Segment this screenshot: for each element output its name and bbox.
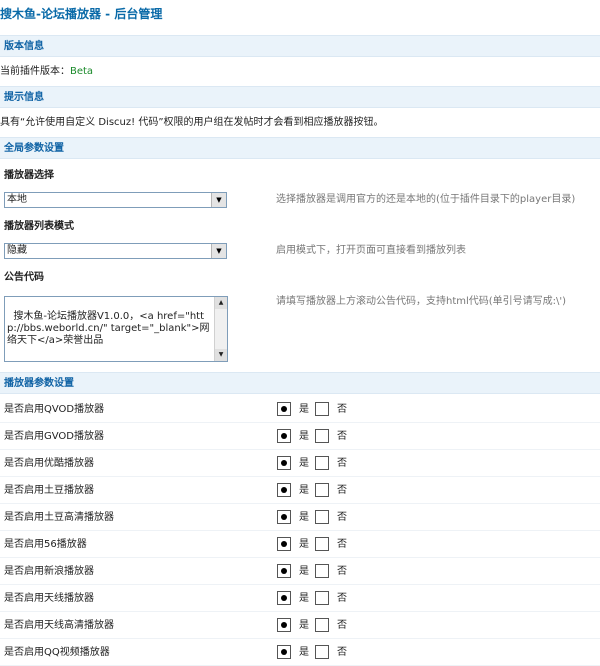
- player-option-label: 是否启用天线播放器: [4, 593, 94, 604]
- player-option-row: 是否启用天线高清播放器 是 否: [0, 614, 600, 639]
- radio-yes[interactable]: [277, 429, 291, 443]
- radio-no-label: 否: [337, 458, 347, 469]
- version-label: 当前插件版本：: [0, 66, 70, 77]
- radio-yes[interactable]: [277, 645, 291, 659]
- list-mode-dropdown[interactable]: 隐藏 ▼: [4, 243, 227, 259]
- player-option-row: 是否启用新浪播放器 是 否: [0, 560, 600, 585]
- radio-yes-label: 是: [299, 647, 309, 658]
- chevron-down-icon[interactable]: ▼: [211, 193, 226, 207]
- radio-yes-label: 是: [299, 593, 309, 604]
- radio-no[interactable]: [315, 456, 329, 470]
- player-option-label: 是否启用土豆播放器: [4, 485, 94, 496]
- player-option-label: 是否启用GVOD播放器: [4, 431, 104, 442]
- player-option-row: 是否启用QQ视频播放器 是 否: [0, 641, 600, 666]
- radio-yes[interactable]: [277, 483, 291, 497]
- radio-no[interactable]: [315, 645, 329, 659]
- radio-yes[interactable]: [277, 537, 291, 551]
- version-row: 当前插件版本：Beta: [0, 63, 93, 81]
- player-select-value: 本地: [7, 194, 27, 205]
- player-select-dropdown[interactable]: 本地 ▼: [4, 192, 227, 208]
- radio-no[interactable]: [315, 483, 329, 497]
- list-mode-label: 播放器列表模式: [4, 221, 74, 232]
- radio-yes[interactable]: [277, 402, 291, 416]
- radio-no[interactable]: [315, 402, 329, 416]
- radio-no-label: 否: [337, 431, 347, 442]
- list-mode-value: 隐藏: [7, 245, 27, 256]
- radio-no-label: 否: [337, 485, 347, 496]
- player-option-row: 是否启用土豆高清播放器 是 否: [0, 506, 600, 531]
- notice-code-value: 搜木鱼-论坛播放器V1.0.0，<a href="http://bbs.webo…: [7, 311, 210, 346]
- chevron-down-icon[interactable]: ▼: [211, 244, 226, 258]
- radio-yes-label: 是: [299, 620, 309, 631]
- player-select-hint: 选择播放器是调用官方的还是本地的(位于插件目录下的player目录): [276, 194, 576, 205]
- player-option-row: 是否启用天线播放器 是 否: [0, 587, 600, 612]
- radio-no-label: 否: [337, 593, 347, 604]
- radio-yes[interactable]: [277, 456, 291, 470]
- version-value: Beta: [70, 66, 94, 77]
- notice-code-textarea[interactable]: 搜木鱼-论坛播放器V1.0.0，<a href="http://bbs.webo…: [4, 296, 228, 362]
- section-version-header: 版本信息: [0, 35, 600, 57]
- player-option-label: 是否启用土豆高清播放器: [4, 512, 114, 523]
- radio-yes-label: 是: [299, 404, 309, 415]
- section-global-header: 全局参数设置: [0, 137, 600, 159]
- radio-yes-label: 是: [299, 458, 309, 469]
- radio-no-label: 否: [337, 539, 347, 550]
- player-select-label: 播放器选择: [4, 170, 54, 181]
- player-option-label: 是否启用天线高清播放器: [4, 620, 114, 631]
- radio-no-label: 否: [337, 404, 347, 415]
- textarea-scrollbar[interactable]: ▲ ▼: [214, 297, 227, 361]
- radio-no[interactable]: [315, 429, 329, 443]
- scroll-down-arrow-icon[interactable]: ▼: [215, 349, 227, 361]
- radio-yes-label: 是: [299, 566, 309, 577]
- list-mode-hint: 启用模式下，打开页面可直接看到播放列表: [276, 245, 466, 256]
- section-players-header: 播放器参数设置: [0, 372, 600, 394]
- radio-yes[interactable]: [277, 564, 291, 578]
- tip-text: 具有“允许使用自定义 Discuz! 代码”权限的用户组在发帖时才会看到相应播放…: [0, 117, 384, 128]
- section-tips-header: 提示信息: [0, 86, 600, 108]
- page-title: 搜木鱼-论坛播放器 - 后台管理: [0, 7, 163, 21]
- radio-no-label: 否: [337, 647, 347, 658]
- player-option-row: 是否启用56播放器 是 否: [0, 533, 600, 558]
- player-option-label: 是否启用优酷播放器: [4, 458, 94, 469]
- scroll-up-arrow-icon[interactable]: ▲: [215, 297, 227, 309]
- radio-yes-label: 是: [299, 512, 309, 523]
- notice-code-hint: 请填写播放器上方滚动公告代码，支持html代码(单引号请写成:\'): [276, 296, 567, 307]
- radio-no[interactable]: [315, 591, 329, 605]
- radio-no-label: 否: [337, 566, 347, 577]
- player-option-row: 是否启用GVOD播放器 是 否: [0, 425, 600, 450]
- radio-yes-label: 是: [299, 485, 309, 496]
- radio-yes[interactable]: [277, 618, 291, 632]
- player-option-row: 是否启用优酷播放器 是 否: [0, 452, 600, 477]
- radio-yes-label: 是: [299, 539, 309, 550]
- radio-no[interactable]: [315, 510, 329, 524]
- player-option-label: 是否启用QQ视频播放器: [4, 647, 110, 658]
- radio-yes-label: 是: [299, 431, 309, 442]
- player-option-label: 是否启用新浪播放器: [4, 566, 94, 577]
- radio-no-label: 否: [337, 620, 347, 631]
- radio-yes[interactable]: [277, 591, 291, 605]
- player-option-label: 是否启用56播放器: [4, 539, 87, 550]
- radio-no[interactable]: [315, 537, 329, 551]
- player-option-row: 是否启用QVOD播放器 是 否: [0, 398, 600, 423]
- player-option-label: 是否启用QVOD播放器: [4, 404, 105, 415]
- radio-no[interactable]: [315, 564, 329, 578]
- radio-no[interactable]: [315, 618, 329, 632]
- radio-yes[interactable]: [277, 510, 291, 524]
- radio-no-label: 否: [337, 512, 347, 523]
- notice-code-label: 公告代码: [4, 272, 44, 283]
- player-option-row: 是否启用土豆播放器 是 否: [0, 479, 600, 504]
